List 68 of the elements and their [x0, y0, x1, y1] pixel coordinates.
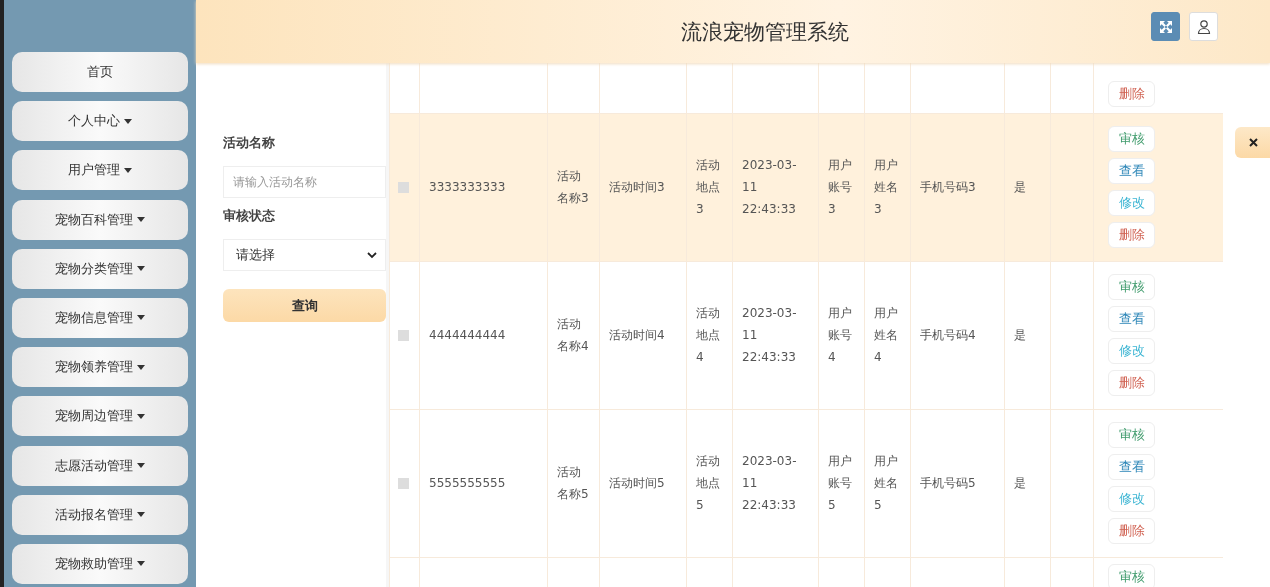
close-tab[interactable]: [1235, 127, 1270, 158]
field-label: 活动名称: [223, 135, 276, 152]
row-action-button[interactable]: 查看: [1108, 454, 1155, 480]
sidebar-item[interactable]: 宠物信息管理: [12, 297, 188, 338]
table-cell: 活动名称5: [557, 465, 589, 501]
table-cell: 活动名称3: [557, 169, 589, 205]
table-cell: 用户姓名4: [874, 306, 898, 364]
table-cell: 用户姓名5: [874, 454, 898, 512]
table-cell: 用户账号3: [828, 158, 852, 216]
row-checkbox[interactable]: [398, 329, 409, 341]
row-action-button[interactable]: 删除: [1108, 80, 1155, 107]
table-cell: 活动时间3: [609, 180, 665, 194]
row-checkbox[interactable]: [398, 181, 409, 193]
sidebar-item[interactable]: 用户管理: [12, 150, 188, 191]
sidebar-item[interactable]: 宠物领养管理: [12, 347, 188, 388]
table-cell: 是: [1014, 180, 1026, 194]
row-action-button[interactable]: 查看: [1108, 306, 1155, 332]
chevron-down-icon: [367, 251, 377, 259]
user-icon: [1195, 18, 1212, 35]
sidebar-item[interactable]: 志愿活动管理: [12, 445, 188, 486]
row-action-button[interactable]: 删除: [1108, 518, 1155, 544]
table-cell: 4444444444: [429, 328, 506, 342]
table-cell: 手机号码3: [920, 180, 976, 194]
row-action-button[interactable]: 审核: [1108, 126, 1155, 152]
table-cell: 5555555555: [429, 476, 506, 490]
table-cell: 2023-03-11 22:43:33: [742, 454, 797, 512]
sidebar-item[interactable]: 宠物分类管理: [12, 248, 188, 289]
table-cell: 是: [1014, 328, 1026, 342]
sidebar-item[interactable]: 首页: [12, 52, 188, 92]
row-action-button[interactable]: 删除: [1108, 370, 1155, 396]
expand-icon: [1157, 18, 1174, 35]
row-action-button[interactable]: 修改: [1108, 486, 1155, 512]
table-cell: 用户账号5: [828, 454, 852, 512]
table-cell: 活动地点3: [696, 158, 720, 216]
table-cell: 活动地点5: [696, 454, 720, 512]
table-cell: 活动名称4: [557, 317, 589, 353]
user-button[interactable]: [1189, 12, 1218, 41]
table-cell: 手机号码4: [920, 328, 976, 342]
row-action-button[interactable]: 删除: [1108, 222, 1155, 248]
close-icon: [1249, 138, 1258, 147]
status-select[interactable]: 请选择: [223, 239, 386, 271]
sidebar-item[interactable]: 个人中心: [12, 101, 188, 142]
row-action-button[interactable]: 查看: [1108, 158, 1155, 184]
table-cell: 活动时间5: [609, 476, 665, 490]
sidebar-item[interactable]: 活动报名管理: [12, 494, 188, 535]
system-title: 流浪宠物管理系统: [681, 18, 849, 46]
row-action-button[interactable]: 审核: [1108, 563, 1155, 587]
sidebar-item[interactable]: 宠物百科管理: [12, 199, 188, 240]
table-cell: 2023-03-11 22:43:33: [742, 306, 797, 364]
table-cell: 用户姓名3: [874, 158, 898, 216]
field-label: 审核状态: [223, 208, 276, 225]
query-button[interactable]: 查询: [223, 289, 386, 322]
table-cell: 用户账号4: [828, 306, 852, 364]
table-cell: 2023-03-11 22:43:33: [742, 158, 797, 216]
row-checkbox[interactable]: [398, 477, 409, 489]
table-cell: 活动时间4: [609, 328, 665, 342]
row-action-button[interactable]: 审核: [1108, 274, 1155, 300]
row-action-button[interactable]: 修改: [1108, 338, 1155, 364]
row-action-button[interactable]: 修改: [1108, 190, 1155, 216]
table-cell: 活动地点4: [696, 306, 720, 364]
activity-name-field[interactable]: 请输入活动名称: [223, 166, 386, 198]
table-cell: 是: [1014, 476, 1026, 490]
fullscreen-button[interactable]: [1151, 12, 1180, 41]
table-cell: 手机号码5: [920, 476, 976, 490]
row-action-button[interactable]: 审核: [1108, 422, 1155, 448]
sidebar-item[interactable]: 宠物周边管理: [12, 396, 188, 437]
sidebar-item[interactable]: 宠物救助管理: [12, 543, 188, 584]
table-cell: 3333333333: [429, 180, 506, 194]
